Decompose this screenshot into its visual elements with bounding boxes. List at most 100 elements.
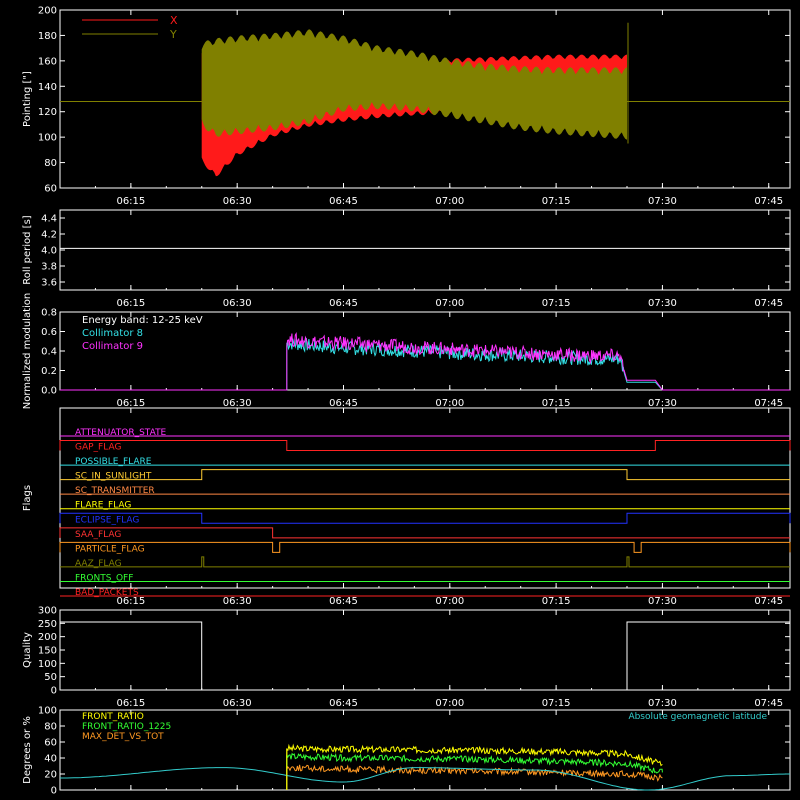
time-tick-label: 06:15: [116, 196, 145, 207]
time-tick-label: 07:15: [542, 196, 571, 207]
y-tick-label: 80: [44, 158, 57, 169]
y-tick-label: 4.0: [41, 246, 57, 257]
legend-label-collimator-8: Collimator 8: [82, 328, 143, 339]
y-tick-label: 180: [38, 31, 57, 42]
time-tick-label: 06:15: [116, 298, 145, 309]
time-tick-label: 07:30: [648, 298, 677, 309]
y-tick-label: 0.4: [41, 347, 57, 358]
time-tick-label: 06:30: [223, 196, 252, 207]
time-tick-label: 07:30: [648, 398, 677, 409]
flag-label-particle-flag: PARTICLE_FLAG: [75, 544, 145, 554]
y-tick-label: 40: [44, 754, 57, 765]
flag-label-flare-flag: FLARE_FLAG: [75, 501, 131, 511]
y-tick-label: 80: [44, 722, 57, 733]
time-tick-label: 06:45: [329, 698, 358, 709]
flag-line-particle-flag: [59, 541, 791, 553]
ratio-line-absolute-geomagnetic-latitude: [60, 767, 790, 791]
roll-period-panel-frame: [59, 209, 791, 291]
time-tick-label: 06:30: [223, 596, 252, 607]
pointing-y-band: [201, 29, 627, 140]
quality-panel: 06:15 06:30 06:45 07:00 07:15 07:30 07:45 Quali…: [22, 606, 791, 709]
flags-panel-frame: [59, 407, 791, 589]
y-tick-label: 3.8: [41, 262, 57, 273]
quality-panel-ylabel: Quality: [22, 632, 33, 668]
y-tick-label: 50: [44, 672, 57, 683]
y-tick-label: 300: [38, 606, 57, 617]
roll-period-panel-ylabel: Roll period [s]: [22, 215, 33, 284]
time-tick-label: 07:00: [435, 398, 464, 409]
y-tick-label: 120: [38, 107, 57, 118]
modulation-line-collimator-9: [60, 332, 790, 391]
quality-line: [60, 621, 790, 691]
flags-panel-ylabel: Flags: [22, 485, 33, 511]
time-tick-label: 07:15: [542, 298, 571, 309]
time-tick-label: 07:30: [648, 196, 677, 207]
y-tick-label: 100: [38, 659, 57, 670]
time-tick-label: 06:45: [329, 298, 358, 309]
legend-label-x: X: [170, 14, 178, 27]
flag-line-eclipse-flag: [59, 512, 791, 524]
ratio-panel: Degrees or % 0 20 40 60 80 100 FRONT_RATIOFRONT…: [22, 706, 791, 797]
legend-label-front-ratio: FRONT_RATIO: [82, 712, 144, 722]
pointing-panel-ylabel: Pointing ["]: [22, 71, 33, 127]
legend-label-absolute-geomagnetic-latitude: Absolute geomagnetic latitude: [628, 712, 767, 722]
ratio-panel-ylabel: Degrees or %: [22, 716, 33, 784]
y-tick-label: 0: [51, 786, 57, 797]
legend-label-collimator-9: Collimator 9: [82, 341, 143, 352]
time-tick-label: 07:45: [754, 298, 783, 309]
modulation-panel-ylabel: Normalized modulation: [22, 293, 33, 410]
flag-label-sc-in-sunlight: SC_IN_SUNLIGHT: [75, 472, 152, 482]
y-tick-label: 0.8: [41, 308, 57, 319]
legend-label-max-det-vs-tot: MAX_DET_VS_TOT: [82, 732, 164, 742]
roll-period-panel: 06:15 06:30 06:45 07:00 07:15 07:30 07:45 Roll …: [22, 209, 791, 309]
time-tick-label: 07:00: [435, 298, 464, 309]
y-tick-label: 200: [38, 6, 57, 17]
legend-label-y: Y: [169, 28, 177, 41]
time-tick-label: 06:30: [223, 698, 252, 709]
time-tick-label: 06:30: [223, 298, 252, 309]
flag-label-aaz-flag: AAZ_FLAG: [75, 559, 122, 569]
time-tick-label: 06:15: [116, 698, 145, 709]
y-tick-label: 100: [38, 133, 57, 144]
y-tick-label: 60: [44, 184, 57, 195]
y-tick-label: 0: [51, 686, 57, 697]
legend-label-front-ratio-1225: FRONT_RATIO_1225: [82, 722, 171, 732]
y-tick-label: 4.4: [41, 214, 57, 225]
flag-label-eclipse-flag: ECLIPSE_FLAG: [75, 515, 139, 525]
y-tick-label: 150: [38, 646, 57, 657]
flag-label-bad-packets: BAD_PACKETS: [75, 588, 139, 598]
time-tick-label: 07:30: [648, 596, 677, 607]
multi-panel-plot: 06:15 06:30 06:45 07:00 07:15 07:30 07:45 Point…: [22, 6, 791, 797]
flag-label-gap-flag: GAP_FLAG: [75, 443, 121, 453]
ratio-line-front-ratio: [286, 743, 663, 790]
y-tick-label: 0.2: [41, 366, 57, 377]
flag-label-saa-flag: SAA_FLAG: [75, 530, 121, 540]
y-tick-label: 4.2: [41, 230, 57, 241]
rhessi-quicklook-figure: 06:15 06:30 06:45 07:00 07:15 07:30 07:45 Point…: [0, 0, 800, 800]
time-tick-label: 06:45: [329, 398, 358, 409]
y-tick-label: 0.6: [41, 327, 57, 338]
y-tick-label: 20: [44, 770, 57, 781]
y-tick-label: 3.6: [41, 278, 57, 289]
flags-panel: 06:15 06:30 06:45 07:00 07:15 07:30 07:45Flags…: [22, 407, 791, 607]
modulation-line-collimator-8: [60, 337, 790, 391]
time-tick-label: 06:15: [116, 398, 145, 409]
time-tick-label: 07:45: [754, 398, 783, 409]
y-tick-label: 60: [44, 738, 57, 749]
time-tick-label: 06:45: [329, 196, 358, 207]
time-tick-label: 07:45: [754, 596, 783, 607]
y-tick-label: 160: [38, 56, 57, 67]
flag-label-attenuator-state: ATTENUATOR_STATE: [75, 428, 167, 438]
time-tick-label: 07:15: [542, 698, 571, 709]
flag-label-possible-flare: POSSIBLE_FLARE: [75, 457, 152, 467]
y-tick-label: 100: [38, 706, 57, 717]
y-tick-label: 140: [38, 82, 57, 93]
time-tick-label: 07:30: [648, 698, 677, 709]
flag-line-aaz-flag: [60, 556, 790, 568]
time-tick-label: 07:00: [435, 196, 464, 207]
y-tick-label: 0.0: [41, 386, 57, 397]
modulation-panel: 06:15 06:30 06:45 07:00 07:15 07:30 07:45 Norma…: [22, 293, 791, 410]
time-tick-label: 07:15: [542, 596, 571, 607]
pointing-panel: 06:15 06:30 06:45 07:00 07:15 07:30 07:45 Point…: [22, 6, 791, 207]
time-tick-label: 07:45: [754, 196, 783, 207]
